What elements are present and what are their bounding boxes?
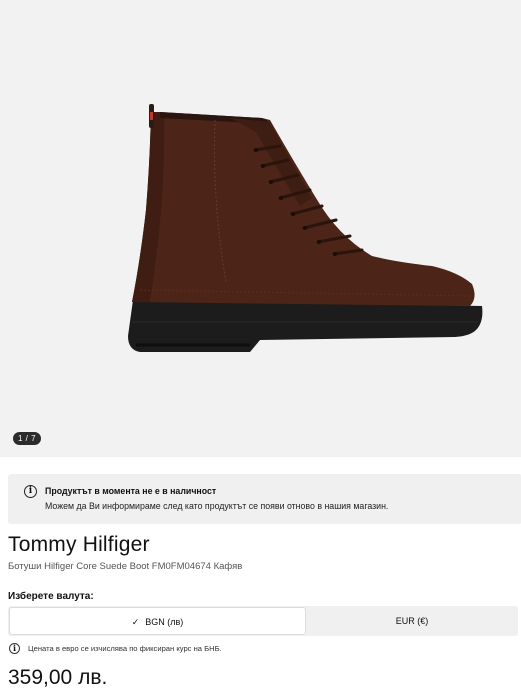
currency-option-label: BGN (лв)	[145, 617, 184, 627]
product-name: Ботуши Hilfiger Core Suede Boot FM0FM046…	[8, 561, 243, 572]
currency-switch: ✓ BGN (лв) EUR (€)	[8, 606, 518, 636]
currency-option-bgn[interactable]: ✓ BGN (лв)	[9, 607, 306, 635]
notice-title: Продуктът в момента не е в наличност	[45, 486, 217, 496]
info-icon: i	[9, 643, 20, 654]
currency-label: Изберете валута:	[8, 591, 94, 602]
currency-option-label: EUR (€)	[395, 616, 429, 626]
image-counter: 1 / 7	[13, 432, 42, 445]
info-icon: i	[24, 485, 37, 498]
product-brand[interactable]: Tommy Hilfiger	[8, 533, 150, 557]
check-icon: ✓	[131, 617, 140, 627]
boot-image	[128, 104, 483, 352]
out-of-stock-notice: i Продуктът в момента не е в наличност М…	[8, 474, 521, 524]
product-image-gallery[interactable]: 1 / 7	[0, 0, 521, 457]
price-note: Цената в евро се изчислява по фиксиран к…	[28, 644, 222, 653]
currency-option-eur[interactable]: EUR (€)	[306, 606, 518, 636]
notice-text: Можем да Ви информираме след като продук…	[45, 501, 389, 511]
product-price: 359,00 лв.	[8, 666, 108, 689]
